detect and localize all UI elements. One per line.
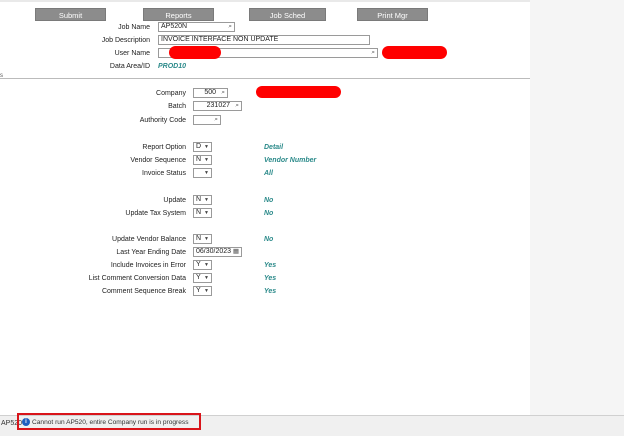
right-gutter	[530, 0, 624, 415]
report-option-value: D	[196, 143, 202, 150]
last-year-ending-date-value: 06/30/2023	[196, 248, 232, 255]
submit-button[interactable]: Submit	[35, 8, 106, 21]
update-tax-system-value: N	[196, 209, 202, 216]
include-invoices-in-error-label: Include Invoices in Error	[110, 262, 186, 269]
include-invoices-in-error-value: Y	[196, 261, 201, 268]
comment-sequence-break-label: Comment Sequence Break	[101, 288, 186, 295]
job-name-field[interactable]: AP520N ⌕	[158, 22, 235, 32]
update-vendor-balance-value: N	[196, 235, 202, 242]
magnifier-icon[interactable]: ⌕	[228, 23, 232, 31]
company-field[interactable]: 500 ⌕	[193, 88, 228, 98]
job-description-label: Job Description	[101, 37, 150, 44]
authority-code-label: Authority Code	[139, 117, 186, 124]
last-year-ending-date-field[interactable]: 06/30/2023 ▦	[193, 247, 242, 257]
comment-sequence-break-select[interactable]: Y ▼	[193, 286, 212, 296]
chevron-down-icon: ▼	[204, 275, 209, 281]
chevron-down-icon: ▼	[204, 170, 209, 176]
batch-value: 231027	[206, 102, 230, 109]
authority-code-field[interactable]: ⌕	[193, 115, 221, 125]
list-comment-conversion-value: Y	[196, 274, 201, 281]
data-area-label: Data Area/ID	[109, 63, 150, 70]
update-desc: No	[264, 197, 274, 204]
magnifier-icon[interactable]: ⌕	[221, 89, 225, 97]
report-option-select[interactable]: D ▼	[193, 142, 212, 152]
chevron-down-icon: ▼	[204, 210, 209, 216]
include-invoices-in-error-select[interactable]: Y ▼	[193, 260, 212, 270]
batch-field[interactable]: 231027 ⌕	[193, 101, 242, 111]
chevron-down-icon: ▼	[204, 236, 209, 242]
chevron-down-icon: ▼	[204, 157, 209, 163]
job-sched-button[interactable]: Job Sched	[249, 8, 326, 21]
list-comment-conversion-select[interactable]: Y ▼	[193, 273, 212, 283]
info-icon: i	[22, 418, 30, 426]
job-description-field[interactable]: INVOICE INTERFACE NON UPDATE	[158, 35, 370, 45]
update-vendor-balance-select[interactable]: N ▼	[193, 234, 212, 244]
redaction-mark	[382, 46, 447, 59]
invoice-status-label: Invoice Status	[142, 170, 186, 177]
job-name-label: Job Name	[118, 24, 150, 31]
company-value: 500	[204, 89, 216, 96]
list-comment-conversion-label: List Comment Conversion Data	[88, 275, 186, 282]
vendor-sequence-desc: Vendor Number	[264, 157, 317, 164]
redaction-mark	[256, 86, 341, 98]
last-year-ending-date-label: Last Year Ending Date	[116, 249, 186, 256]
update-tax-system-select[interactable]: N ▼	[193, 208, 212, 218]
invoice-status-desc: All	[264, 170, 273, 177]
magnifier-icon[interactable]: ⌕	[371, 49, 375, 57]
chevron-down-icon: ▼	[204, 288, 209, 294]
update-label: Update	[163, 197, 186, 204]
magnifier-icon[interactable]: ⌕	[235, 102, 239, 110]
job-name-value: AP520N	[161, 23, 188, 30]
chevron-down-icon: ▼	[204, 197, 209, 203]
data-area-value: PROD10	[158, 63, 187, 70]
update-value: N	[196, 196, 202, 203]
user-name-label: User Name	[114, 50, 150, 57]
status-message: Cannot run AP520, entire Company run is …	[32, 419, 189, 426]
update-select[interactable]: N ▼	[193, 195, 212, 205]
print-mgr-button[interactable]: Print Mgr	[357, 8, 428, 21]
comment-sequence-break-desc: Yes	[264, 288, 277, 295]
comment-sequence-break-value: Y	[196, 287, 201, 294]
batch-label: Batch	[168, 103, 186, 110]
include-invoices-in-error-desc: Yes	[264, 262, 277, 269]
invoice-status-select[interactable]: ▼	[193, 168, 212, 178]
update-vendor-balance-desc: No	[264, 236, 274, 243]
vendor-sequence-select[interactable]: N ▼	[193, 155, 212, 165]
update-tax-system-label: Update Tax System	[125, 210, 186, 217]
update-vendor-balance-label: Update Vendor Balance	[112, 236, 186, 243]
vendor-sequence-value: N	[196, 156, 202, 163]
magnifier-icon[interactable]: ⌕	[214, 116, 218, 124]
report-option-label: Report Option	[142, 144, 186, 151]
report-option-desc: Detail	[264, 144, 284, 151]
reports-button[interactable]: Reports	[143, 8, 214, 21]
chevron-down-icon: ▼	[204, 262, 209, 268]
list-comment-conversion-desc: Yes	[264, 275, 277, 282]
calendar-icon[interactable]: ▦	[233, 248, 239, 256]
redaction-mark	[169, 46, 221, 59]
section-divider	[0, 78, 530, 79]
chevron-down-icon: ▼	[204, 144, 209, 150]
update-tax-system-desc: No	[264, 210, 274, 217]
company-label: Company	[156, 90, 186, 97]
vendor-sequence-label: Vendor Sequence	[130, 157, 186, 164]
